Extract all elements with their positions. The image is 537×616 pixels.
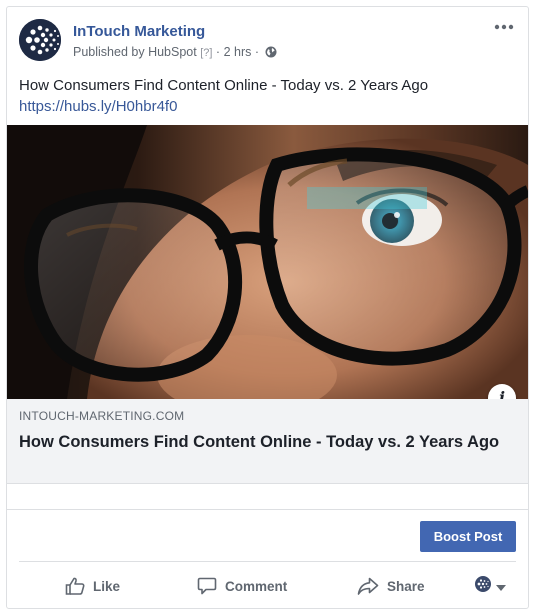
post-meta: Published by HubSpot [?] · 2 hrs · xyxy=(73,45,277,61)
page-avatar[interactable] xyxy=(19,19,61,61)
share-label: Share xyxy=(387,578,425,594)
more-options-icon[interactable] xyxy=(492,21,516,37)
published-by-label: Published by xyxy=(73,45,145,59)
post-text: How Consumers Find Content Online - Toda… xyxy=(19,77,429,94)
publisher-link[interactable]: HubSpot xyxy=(148,45,197,59)
like-button[interactable]: Like xyxy=(65,566,120,606)
caret-down-icon xyxy=(496,578,506,596)
share-button[interactable]: Share xyxy=(357,566,425,606)
post-message: How Consumers Find Content Online - Toda… xyxy=(19,75,516,117)
post-actions-bar: Like Comment Share xyxy=(7,566,528,606)
publisher-help-link[interactable]: [?] xyxy=(200,47,212,59)
comment-icon xyxy=(197,577,217,595)
divider xyxy=(19,561,516,562)
meta-separator: · xyxy=(215,45,221,59)
link-domain: INTOUCH-MARKETING.COM xyxy=(19,409,185,423)
post-card: InTouch Marketing Published by HubSpot [… xyxy=(6,6,529,609)
page-name-link[interactable]: InTouch Marketing xyxy=(73,23,205,40)
post-short-link[interactable]: https://hubs.ly/H0hbr4f0 xyxy=(19,96,516,117)
globe-icon[interactable] xyxy=(265,46,277,61)
audience-selector[interactable] xyxy=(474,575,506,598)
like-label: Like xyxy=(93,578,121,594)
audience-globe-icon xyxy=(474,575,492,598)
comment-button[interactable]: Comment xyxy=(197,566,287,606)
boost-post-button[interactable]: Boost Post xyxy=(420,521,516,552)
meta-separator: · xyxy=(254,45,260,59)
link-preview-box[interactable]: INTOUCH-MARKETING.COM How Consumers Find… xyxy=(7,399,528,484)
share-icon xyxy=(357,577,379,595)
post-header: InTouch Marketing Published by HubSpot [… xyxy=(19,17,516,67)
divider xyxy=(7,509,528,510)
comment-label: Comment xyxy=(225,578,288,594)
link-preview-image[interactable]: i xyxy=(7,125,528,399)
like-icon xyxy=(65,577,85,595)
link-title[interactable]: How Consumers Find Content Online - Toda… xyxy=(19,431,508,453)
post-time[interactable]: 2 hrs xyxy=(224,45,252,59)
